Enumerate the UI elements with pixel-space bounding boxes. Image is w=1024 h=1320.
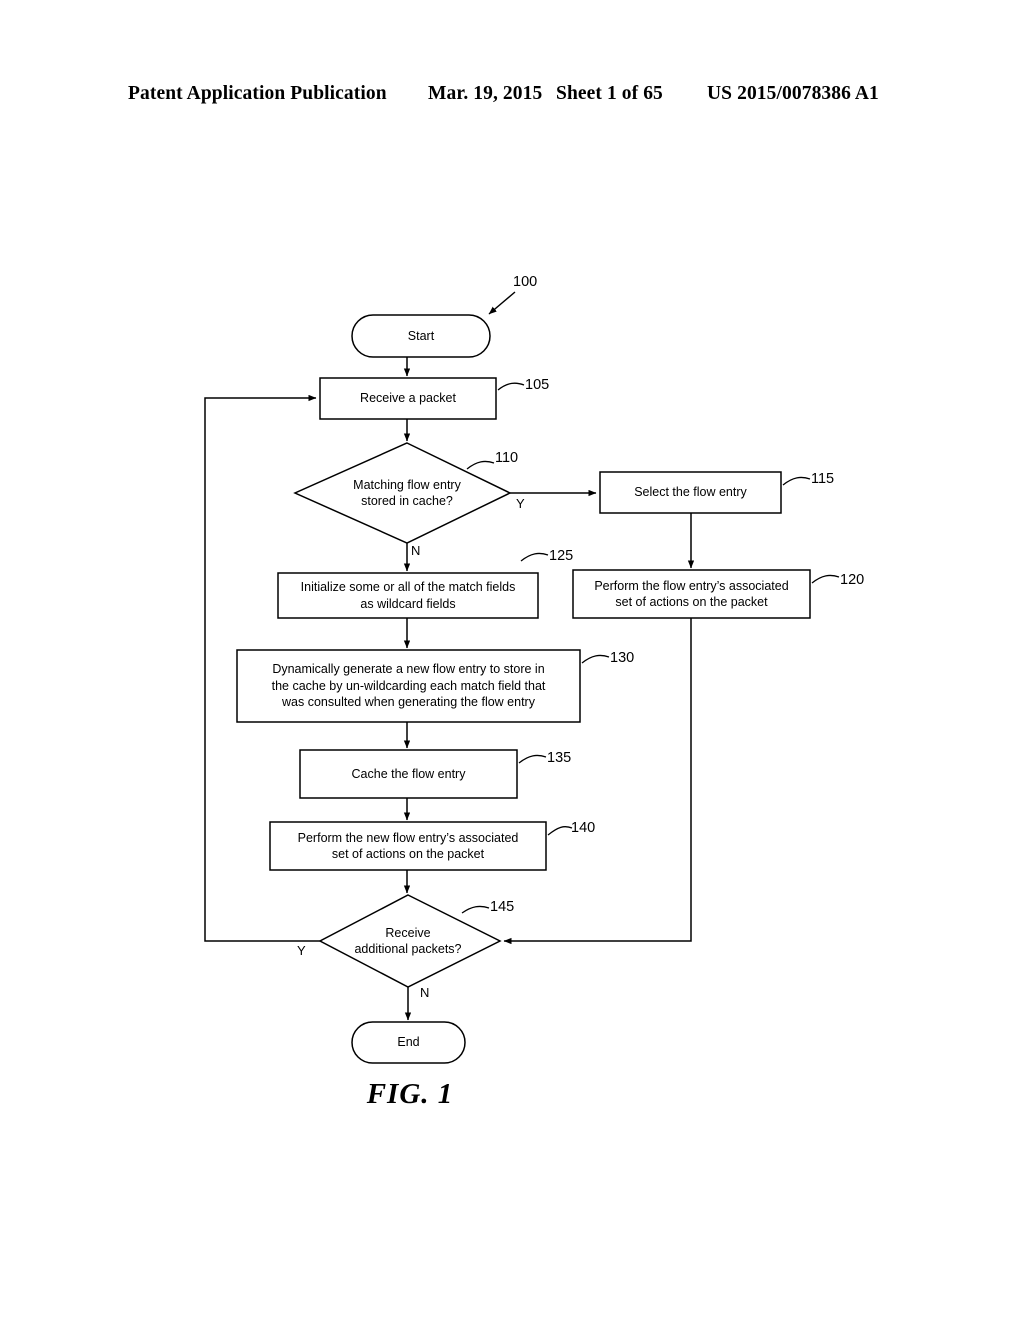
generate-entry-node-label: Dynamically generate a new flow entry to… bbox=[271, 662, 546, 710]
ref-number-125: 125 bbox=[549, 548, 574, 564]
receive-packet-node-label: Receive a packet bbox=[360, 391, 456, 406]
ref-leader-125 bbox=[520, 552, 549, 562]
ref-leader-120 bbox=[811, 574, 840, 584]
diagram-reference-number: 100 bbox=[513, 274, 538, 290]
match-decision-node-label: Matching flow entry stored in cache? bbox=[353, 477, 461, 509]
ref-leader-105 bbox=[497, 382, 525, 391]
ref-number-135: 135 bbox=[547, 750, 572, 766]
ref-number-120: 120 bbox=[840, 572, 865, 588]
select-entry-node-label: Select the flow entry bbox=[634, 485, 747, 500]
figure-caption: FIG. 1 bbox=[366, 1078, 454, 1110]
branch-label-more-no: N bbox=[420, 985, 430, 1000]
ref-leader-140 bbox=[547, 826, 573, 836]
ref-leader-115 bbox=[782, 476, 811, 486]
ref-leader-130 bbox=[581, 654, 610, 664]
perform-new-actions-node-label: Perform the new flow entry’s associated … bbox=[297, 830, 519, 862]
end-node-label: End bbox=[397, 1035, 420, 1050]
ref-number-105: 105 bbox=[525, 377, 550, 393]
cache-entry-node-label: Cache the flow entry bbox=[351, 766, 466, 781]
ref-leader-145 bbox=[461, 905, 490, 914]
ref-number-110: 110 bbox=[495, 450, 519, 466]
ref-number-145: 145 bbox=[490, 899, 515, 915]
more-packets-node-label: Receive additional packets? bbox=[354, 925, 462, 957]
branch-label-more-yes: Y bbox=[297, 943, 306, 958]
ref-number-140: 140 bbox=[571, 820, 596, 836]
perform-actions-node-label: Perform the flow entry’s associated set … bbox=[594, 578, 789, 610]
diagram-reference-arrow bbox=[488, 291, 516, 315]
ref-number-130: 130 bbox=[610, 650, 635, 666]
start-node-label: Start bbox=[407, 328, 435, 343]
ref-leader-135 bbox=[518, 754, 547, 764]
figure-1-flowchart: Start Receive a packet 105 Matching flow… bbox=[0, 0, 1024, 1320]
branch-label-match-no: N bbox=[411, 543, 421, 558]
initialize-wildcard-node-label: Initialize some or all of the match fiel… bbox=[300, 580, 516, 611]
ref-number-115: 115 bbox=[811, 471, 835, 487]
branch-label-match-yes: Y bbox=[516, 496, 525, 511]
